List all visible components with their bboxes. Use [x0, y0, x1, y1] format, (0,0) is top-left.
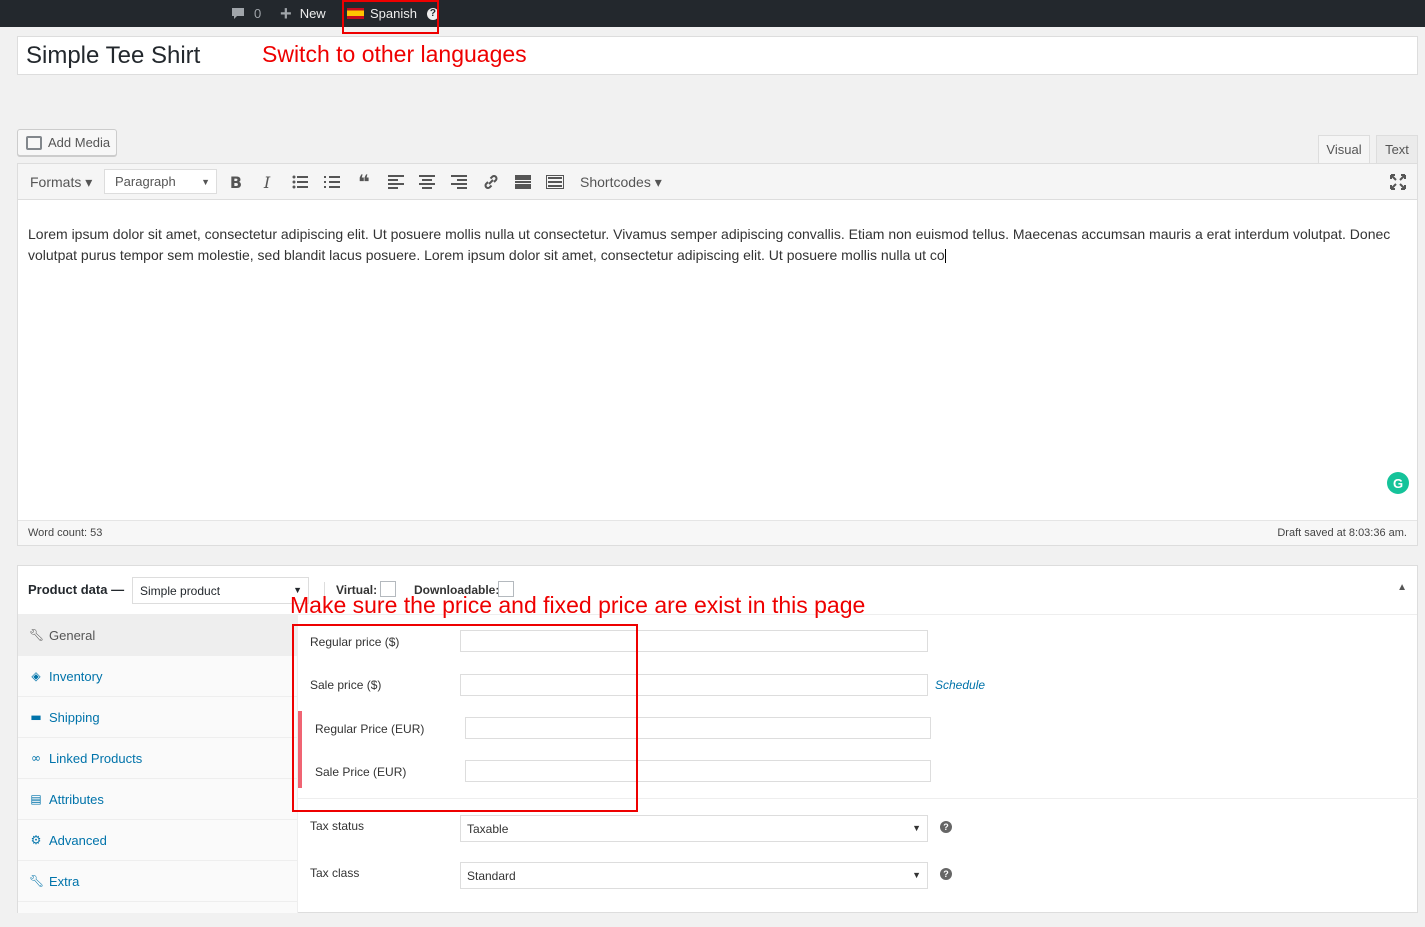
content-editor: Formats ▾ Paragraph ▼ B I ❝ Shortcodes ▾…	[17, 163, 1418, 546]
gear-icon: ⚙	[30, 833, 42, 847]
align-center-icon[interactable]	[417, 172, 437, 192]
bold-icon[interactable]: B	[226, 172, 246, 192]
language-highlight-box	[342, 0, 439, 34]
text-caret	[944, 249, 946, 264]
help-icon[interactable]: ?	[940, 821, 952, 833]
chevron-down-icon: ▼	[912, 870, 921, 880]
admin-bar: 0 + New Spanish ?	[0, 0, 1425, 27]
comments-count: 0	[254, 6, 262, 21]
tax-status-select[interactable]: Taxable ▼	[460, 815, 928, 842]
post-title-input[interactable]: Simple Tee Shirt	[26, 42, 200, 70]
post-title-field[interactable]: Simple Tee Shirt	[17, 36, 1418, 75]
tab-visual[interactable]: Visual	[1318, 135, 1370, 163]
grammarly-icon[interactable]: G	[1387, 472, 1409, 494]
tax-class-value: Standard	[467, 869, 516, 883]
tab-general[interactable]: 🔧︎ General	[18, 615, 297, 656]
tab-label: General	[49, 627, 96, 643]
truck-icon: ▬	[30, 710, 42, 724]
align-left-icon[interactable]	[386, 172, 406, 192]
paragraph-select[interactable]: Paragraph ▼	[104, 169, 217, 194]
shortcodes-dropdown[interactable]: Shortcodes ▾	[580, 170, 662, 194]
editor-status-bar: Word count: 53 Draft saved at 8:03:36 am…	[18, 520, 1417, 545]
schedule-link[interactable]: Schedule	[935, 678, 985, 692]
link-icon[interactable]	[481, 172, 501, 192]
new-label: New	[299, 6, 326, 21]
link-icon: ∞	[31, 751, 41, 765]
product-data-tabs: 🔧︎ General ◈ Inventory ▬ Shipping ∞ Link…	[18, 615, 298, 913]
read-more-icon[interactable]	[513, 172, 533, 192]
product-type-value: Simple product	[140, 584, 221, 598]
editor-content[interactable]: Lorem ipsum dolor sit amet, consectetur …	[28, 224, 1403, 266]
new-content-menu[interactable]: + New	[280, 0, 326, 27]
plus-icon: +	[280, 2, 292, 25]
help-icon[interactable]: ?	[940, 868, 952, 880]
product-data-title: Product data —	[28, 582, 125, 597]
tax-class-select[interactable]: Standard ▼	[460, 862, 928, 889]
tab-label: Shipping	[49, 709, 100, 725]
toolbar-toggle-icon[interactable]	[545, 172, 565, 192]
add-media-button[interactable]: Add Media	[17, 129, 117, 156]
comments-menu[interactable]: 0	[230, 0, 261, 27]
tax-status-label: Tax status	[310, 819, 365, 833]
tab-text[interactable]: Text	[1376, 135, 1418, 163]
comment-bubble-icon	[232, 7, 244, 19]
blockquote-icon[interactable]: ❝	[354, 170, 374, 194]
language-annotation: Switch to other languages	[262, 41, 527, 67]
fullscreen-icon[interactable]	[1388, 172, 1408, 192]
editor-text: Lorem ipsum dolor sit amet, consectetur …	[28, 226, 1391, 263]
tab-label: Attributes	[49, 791, 104, 807]
tab-label: Extra	[49, 873, 80, 889]
paragraph-value: Paragraph	[115, 174, 176, 189]
list-icon: ▤	[30, 792, 42, 806]
price-annotation: Make sure the price and fixed price are …	[290, 592, 866, 618]
collapse-toggle-icon[interactable]: ▲	[1397, 582, 1407, 593]
chevron-down-icon: ▼	[201, 176, 210, 187]
italic-icon[interactable]: I	[257, 172, 277, 192]
numbered-list-icon[interactable]	[322, 172, 342, 192]
tab-label: Advanced	[49, 832, 107, 848]
tab-label: Inventory	[49, 668, 103, 684]
tax-status-value: Taxable	[467, 822, 509, 836]
tab-advanced[interactable]: ⚙ Advanced	[18, 820, 297, 861]
wrench-icon: 🔧︎	[29, 628, 45, 642]
tag-icon: ◈	[31, 669, 41, 683]
tax-class-label: Tax class	[310, 866, 360, 880]
product-type-select[interactable]: Simple product ▼	[132, 577, 309, 604]
tab-attributes[interactable]: ▤ Attributes	[18, 779, 297, 820]
draft-saved-status: Draft saved at 8:03:36 am.	[1277, 527, 1407, 539]
tab-shipping[interactable]: ▬ Shipping	[18, 697, 297, 738]
formats-dropdown[interactable]: Formats ▾	[30, 170, 92, 194]
chevron-down-icon: ▼	[912, 823, 921, 833]
price-highlight-box	[292, 624, 638, 812]
word-count: Word count: 53	[28, 527, 103, 539]
tab-extra[interactable]: 🔧︎ Extra	[18, 861, 297, 902]
tab-label: Linked Products	[49, 750, 143, 766]
tab-inventory[interactable]: ◈ Inventory	[18, 656, 297, 697]
media-icon	[26, 135, 42, 150]
align-right-icon[interactable]	[449, 172, 469, 192]
add-media-label: Add Media	[48, 135, 111, 150]
bullet-list-icon[interactable]	[290, 172, 310, 192]
editor-toolbar: Formats ▾ Paragraph ▼ B I ❝ Shortcodes ▾	[18, 164, 1417, 200]
tab-linked-products[interactable]: ∞ Linked Products	[18, 738, 297, 779]
wrench-icon: 🔧︎	[29, 874, 45, 888]
